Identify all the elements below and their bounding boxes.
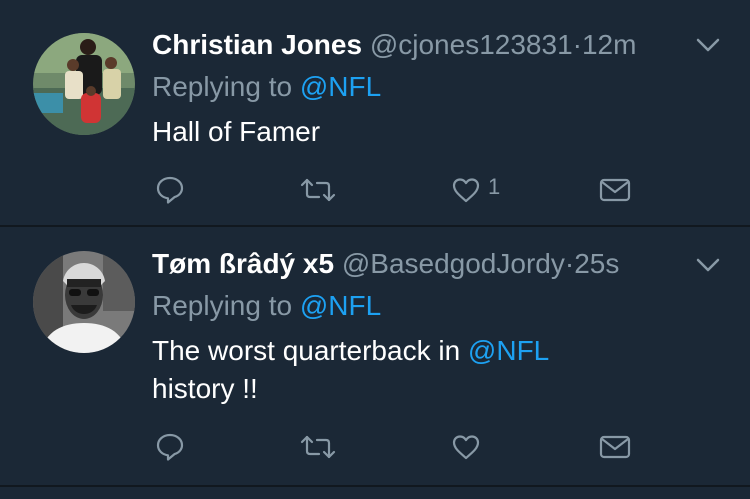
avatar-photo <box>33 33 135 135</box>
retweet-button[interactable] <box>300 170 336 210</box>
replying-to: Replying to @NFL <box>152 68 381 106</box>
reply-button[interactable] <box>154 427 186 467</box>
direct-message-icon <box>598 174 632 206</box>
tweet-text: Hall of Famer <box>152 113 672 151</box>
direct-message-icon <box>598 431 632 463</box>
avatar[interactable] <box>33 33 135 135</box>
tweet-header: Tøm ßrâdý x5 @BasedgodJordy·25s <box>152 245 670 283</box>
like-button[interactable] <box>450 427 488 467</box>
separator: · <box>572 29 582 60</box>
tweet-actions: 1 <box>0 170 750 210</box>
timeline: Christian Jones @cjones123831·12m Replyi… <box>0 0 750 499</box>
tweet-text-content: The worst quarterback in <box>152 335 468 366</box>
retweet-icon <box>300 174 336 206</box>
reply-icon <box>154 431 186 463</box>
replying-to-label: Replying to <box>152 290 293 321</box>
retweet-icon <box>300 431 336 463</box>
timestamp[interactable]: 25s <box>574 248 619 279</box>
tweet[interactable]: Christian Jones @cjones123831·12m Replyi… <box>0 0 750 226</box>
chevron-down-icon[interactable] <box>694 254 722 276</box>
direct-message-button[interactable] <box>598 170 632 210</box>
handle[interactable]: @BasedgodJordy <box>342 248 565 279</box>
like-count: 1 <box>488 174 501 199</box>
chevron-down-icon[interactable] <box>694 34 722 56</box>
tweet-text: The worst quarterback in @NFL history !! <box>152 332 672 408</box>
tweet[interactable]: Tøm ßrâdý x5 @BasedgodJordy·25s Replying… <box>0 227 750 485</box>
replying-to-label: Replying to <box>152 71 293 102</box>
timestamp[interactable]: 12m <box>582 29 636 60</box>
handle[interactable]: @cjones123831 <box>370 29 573 60</box>
replying-to-mention[interactable]: @NFL <box>300 290 381 321</box>
tweet-header: Christian Jones @cjones123831·12m <box>152 26 670 64</box>
direct-message-button[interactable] <box>598 427 632 467</box>
avatar[interactable] <box>33 251 135 353</box>
avatar-photo <box>33 251 135 353</box>
tweet-text-mention[interactable]: @NFL <box>468 335 549 366</box>
replying-to-mention[interactable]: @NFL <box>300 71 381 102</box>
like-icon <box>450 174 482 206</box>
tweet-text-content: Hall of Famer <box>152 116 321 147</box>
retweet-button[interactable] <box>300 427 336 467</box>
like-icon <box>450 431 482 463</box>
like-button[interactable]: 1 <box>450 170 500 210</box>
tweet-divider <box>0 485 750 487</box>
reply-icon <box>154 174 186 206</box>
separator: · <box>564 248 575 279</box>
display-name[interactable]: Tøm ßrâdý x5 <box>152 248 334 279</box>
tweet-actions <box>0 427 750 467</box>
tweet-text-continuation: history !! <box>152 373 258 404</box>
replying-to: Replying to @NFL <box>152 287 381 325</box>
reply-button[interactable] <box>154 170 186 210</box>
display-name[interactable]: Christian Jones <box>152 29 362 60</box>
